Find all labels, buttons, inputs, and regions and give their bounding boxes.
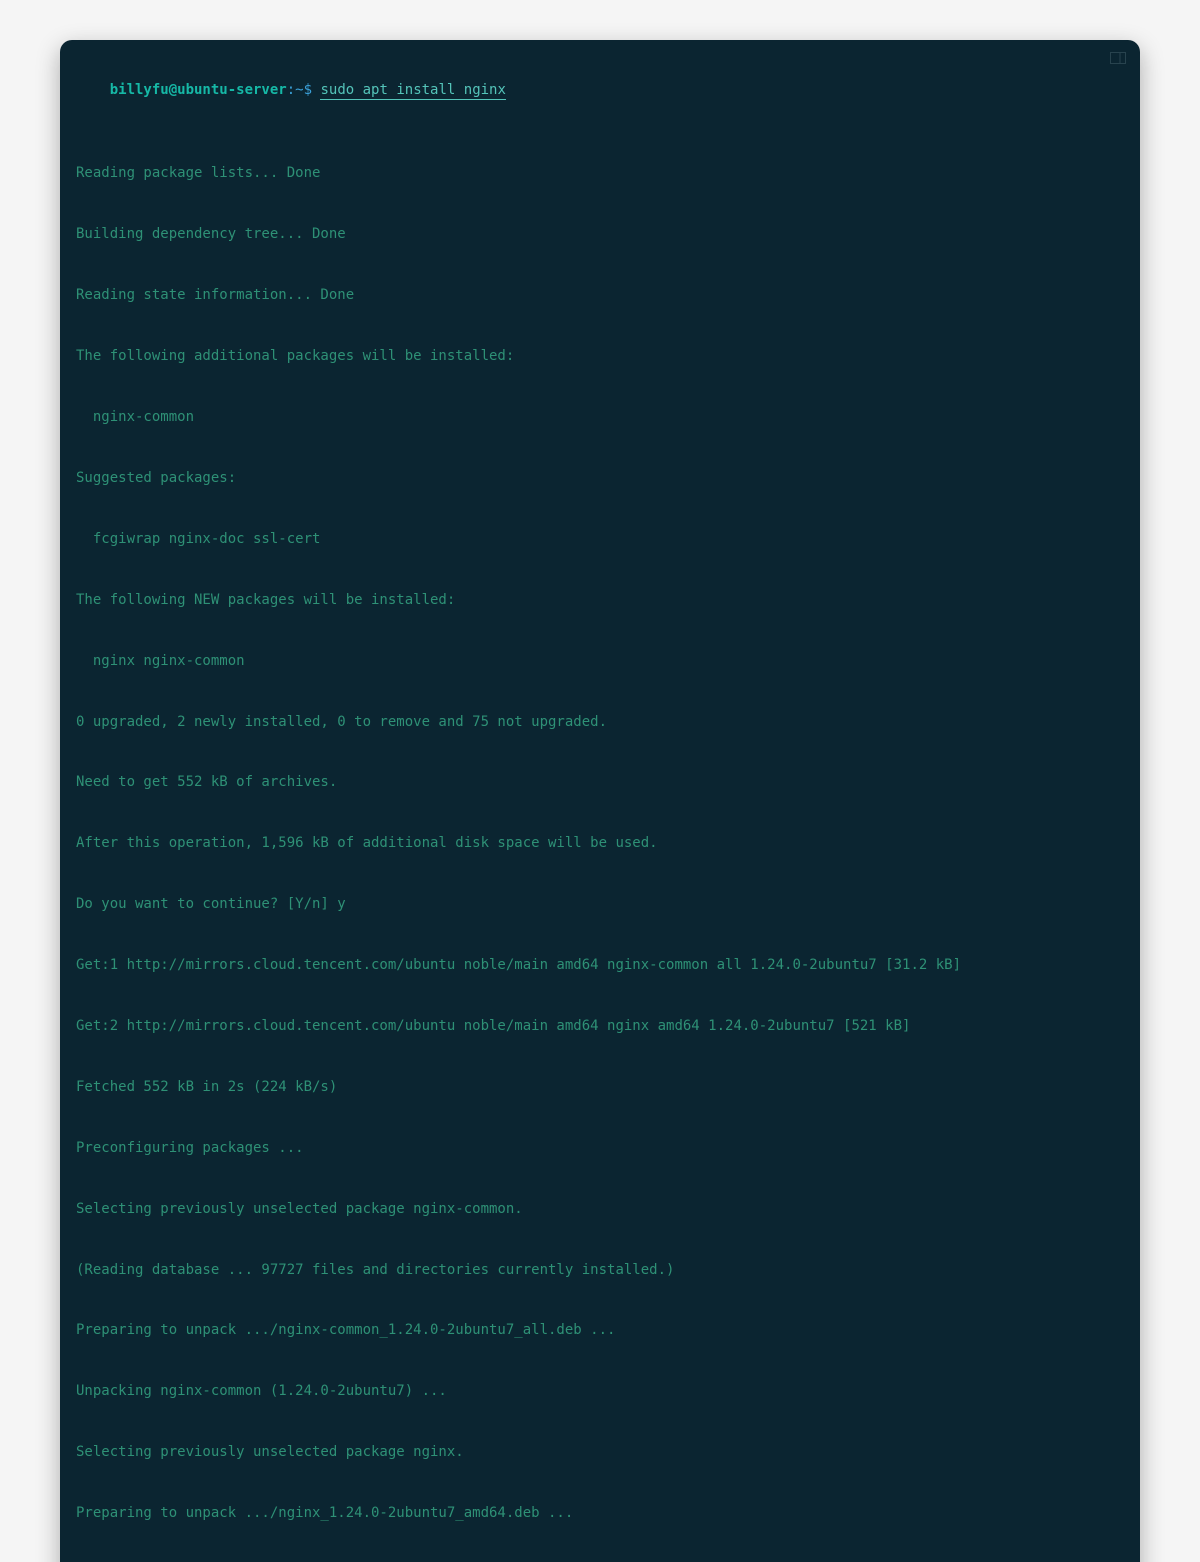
output-line: Suggested packages: — [76, 468, 1124, 488]
output-line: Selecting previously unselected package … — [76, 1442, 1124, 1462]
output-line: Reading state information... Done — [76, 285, 1124, 305]
terminal-output: Reading package lists... Done Building d… — [76, 123, 1124, 1562]
output-line: Need to get 552 kB of archives. — [76, 772, 1124, 792]
prompt-command: sudo apt install nginx — [320, 82, 505, 100]
prompt-line: billyfu@ubuntu-server:~$ sudo apt instal… — [76, 60, 1124, 121]
output-line: Get:2 http://mirrors.cloud.tencent.com/u… — [76, 1016, 1124, 1036]
output-line: Get:1 http://mirrors.cloud.tencent.com/u… — [76, 955, 1124, 975]
output-line: Reading package lists... Done — [76, 163, 1124, 183]
output-line: fcgiwrap nginx-doc ssl-cert — [76, 529, 1124, 549]
output-line: Preparing to unpack .../nginx-common_1.2… — [76, 1320, 1124, 1340]
output-line: The following NEW packages will be insta… — [76, 590, 1124, 610]
output-line: nginx-common — [76, 407, 1124, 427]
prompt-user-host: billyfu@ubuntu-server — [110, 82, 287, 98]
output-line: Do you want to continue? [Y/n] y — [76, 894, 1124, 914]
output-line: Selecting previously unselected package … — [76, 1199, 1124, 1219]
output-line: 0 upgraded, 2 newly installed, 0 to remo… — [76, 712, 1124, 732]
panes-icon — [1110, 52, 1126, 64]
prompt-symbol: $ — [304, 82, 312, 98]
terminal-window[interactable]: billyfu@ubuntu-server:~$ sudo apt instal… — [60, 40, 1140, 1562]
output-line: (Reading database ... 97727 files and di… — [76, 1260, 1124, 1280]
output-line: After this operation, 1,596 kB of additi… — [76, 833, 1124, 853]
output-line: The following additional packages will b… — [76, 346, 1124, 366]
output-line: Fetched 552 kB in 2s (224 kB/s) — [76, 1077, 1124, 1097]
output-line: nginx nginx-common — [76, 651, 1124, 671]
output-line: Preconfiguring packages ... — [76, 1138, 1124, 1158]
prompt-path: ~ — [295, 82, 303, 98]
output-line: Building dependency tree... Done — [76, 224, 1124, 244]
output-line: Unpacking nginx-common (1.24.0-2ubuntu7)… — [76, 1381, 1124, 1401]
output-line: Preparing to unpack .../nginx_1.24.0-2ub… — [76, 1503, 1124, 1523]
